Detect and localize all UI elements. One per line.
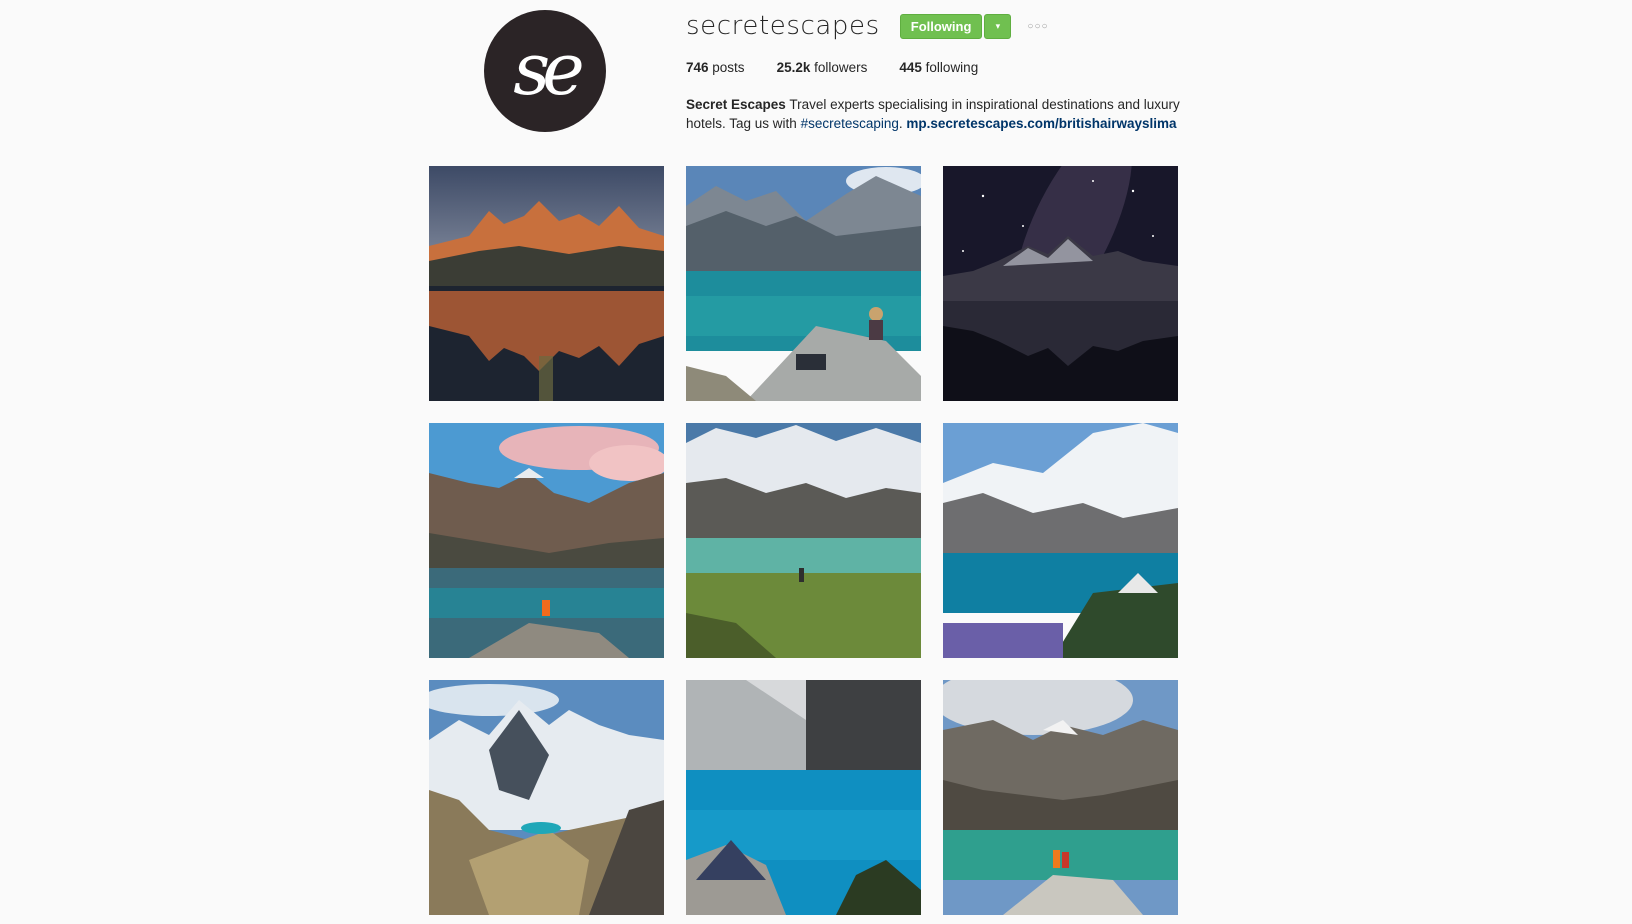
post-tile[interactable] [943,680,1178,915]
profile-info: secretescapes Following ▾ ○○○ 746 posts … [686,10,1206,133]
posts-stat: 746 posts [686,60,745,75]
post-photo-tent-blue-lake [943,423,1178,658]
post-tile[interactable] [943,166,1178,401]
post-photo-sunset-peaks [429,166,664,401]
posts-count: 746 [686,60,709,75]
following-button[interactable]: Following [899,13,983,39]
bio-hashtag[interactable]: #secretescaping [801,116,899,131]
title-row: secretescapes Following ▾ ○○○ [686,10,1206,42]
options-button[interactable]: ○○○ [1023,21,1052,32]
followers-count: 25.2k [776,60,811,75]
following-count: 445 [899,60,922,75]
post-photo-hiker-on-rock [686,166,921,401]
follow-dropdown-button[interactable]: ▾ [984,13,1012,39]
post-tile[interactable] [429,166,664,401]
full-name: Secret Escapes [686,97,786,112]
post-photo-pink-clouds [429,423,664,658]
post-photo-glacier-valley [686,423,921,658]
bio-link[interactable]: mp.secretescapes.com/britishairwayslima [906,116,1176,131]
following-label: following [921,60,979,75]
svg-text:se: se [513,27,582,111]
profile-bio: Secret Escapes Travel experts specialisi… [686,95,1206,133]
post-tile[interactable] [429,423,664,658]
se-logo: se [513,27,590,111]
post-tile[interactable] [429,680,664,915]
profile-stats: 746 posts 25.2k followers 445 following [686,60,1206,75]
chevron-down-icon: ▾ [995,20,1001,31]
post-tile[interactable] [686,166,921,401]
post-tile[interactable] [943,423,1178,658]
profile-avatar[interactable]: se [484,10,606,132]
post-tile[interactable] [686,680,921,915]
post-photo-milky-way [943,166,1178,401]
post-photo-hikers-emerald-lake [943,680,1178,915]
post-photo-blue-lake-tent [686,680,921,915]
post-tile[interactable] [686,423,921,658]
more-options-icon: ○○○ [1027,20,1049,32]
post-photo-snowy-range [429,680,664,915]
followers-label: followers [810,60,868,75]
username: secretescapes [686,11,880,41]
posts-label: posts [708,60,745,75]
following-stat[interactable]: 445 following [899,60,978,75]
followers-stat[interactable]: 25.2k followers [777,60,868,75]
